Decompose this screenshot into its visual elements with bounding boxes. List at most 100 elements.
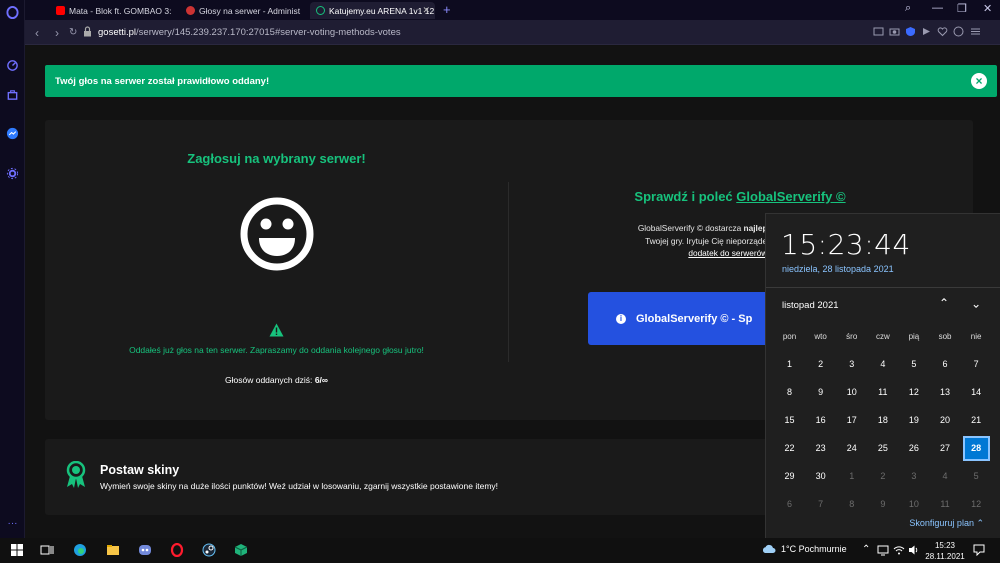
calendar-day[interactable]: 11 <box>867 387 898 397</box>
taskbar: 1°C Pochmurnie ⌃ 15:23 28.11.2021 <box>0 538 1000 563</box>
calendar-day[interactable]: 9 <box>867 499 898 509</box>
weekday-label: czw <box>875 331 890 341</box>
file-explorer-icon[interactable] <box>106 543 120 557</box>
easy-setup-icon[interactable] <box>970 26 981 37</box>
back-icon[interactable]: ‹ <box>35 26 39 40</box>
calendar-day[interactable]: 29 <box>774 471 805 481</box>
snapshot-icon[interactable] <box>873 26 884 37</box>
calendar-day[interactable]: 24 <box>836 443 867 453</box>
calendar-day[interactable]: 25 <box>867 443 898 453</box>
calendar-day[interactable]: 4 <box>867 359 898 369</box>
reload-icon[interactable]: ↻ <box>69 27 77 38</box>
calendar-day[interactable]: 9 <box>805 387 836 397</box>
calendar-day[interactable]: 12 <box>898 387 929 397</box>
calendar-day[interactable]: 1 <box>774 359 805 369</box>
messenger-icon[interactable] <box>6 127 19 140</box>
full-date-link[interactable]: niedziela, 28 listopada 2021 <box>782 264 894 274</box>
calendar-day[interactable]: 21 <box>961 415 992 425</box>
calendar-day[interactable]: 26 <box>898 443 929 453</box>
configure-plan-link[interactable]: Skonfiguruj plan ⌃ <box>909 518 984 529</box>
more-icon[interactable]: ··· <box>6 517 19 530</box>
calendar-day[interactable]: 14 <box>961 387 992 397</box>
speed-dial-icon[interactable] <box>6 59 19 72</box>
shopping-bag-icon[interactable] <box>6 88 19 101</box>
network-icon[interactable] <box>877 544 889 556</box>
volume-icon[interactable] <box>908 544 920 556</box>
calendar-day[interactable]: 7 <box>805 499 836 509</box>
show-hidden-icons-icon[interactable]: ⌃ <box>862 544 870 555</box>
camera-icon[interactable] <box>889 26 900 37</box>
calendar-day[interactable]: 27 <box>929 443 960 453</box>
task-view-icon[interactable] <box>40 543 54 557</box>
tab-youtube[interactable]: Mata - Blok ft. GOMBAO 3: <box>50 2 175 19</box>
calendar-day[interactable]: 2 <box>805 359 836 369</box>
calendar-day[interactable]: 10 <box>836 387 867 397</box>
windows-start-icon[interactable] <box>10 543 24 557</box>
calendar-day[interactable]: 5 <box>898 359 929 369</box>
calendar-day[interactable]: 12 <box>961 499 992 509</box>
next-month-icon[interactable]: ⌃ <box>971 296 981 310</box>
month-label[interactable]: listopad 2021 <box>782 300 839 311</box>
youtube-icon <box>56 6 65 15</box>
url-field[interactable]: gosetti.pl/serwery/145.239.237.170:27015… <box>98 27 401 38</box>
minimize-icon[interactable]: — <box>932 2 943 14</box>
close-alert-button[interactable]: × <box>971 73 987 89</box>
calendar-day[interactable]: 6 <box>929 359 960 369</box>
calendar-day[interactable]: 10 <box>898 499 929 509</box>
vpn-icon[interactable] <box>921 26 932 37</box>
weekday-label: nie <box>970 331 982 341</box>
calendar-day[interactable]: 3 <box>836 359 867 369</box>
wifi-icon[interactable] <box>893 544 905 556</box>
globalserverify-link[interactable]: GlobalServerify © <box>736 189 845 204</box>
calendar-day[interactable]: 6 <box>774 499 805 509</box>
calendar-day[interactable]: 1 <box>836 471 867 481</box>
taskbar-clock[interactable]: 15:23 28.11.2021 <box>920 540 970 562</box>
calendar-day[interactable]: 30 <box>805 471 836 481</box>
close-window-icon[interactable]: ✕ <box>983 2 992 15</box>
tab-bar: Mata - Blok ft. GOMBAO 3: Głosy na serwe… <box>25 0 1000 20</box>
calendar-day[interactable]: 3 <box>898 471 929 481</box>
calendar-day[interactable]: 17 <box>836 415 867 425</box>
tab-gosetti-votes[interactable]: Głosy na serwer - Administ <box>180 2 310 19</box>
calendar-day[interactable]: 22 <box>774 443 805 453</box>
calendar-week-row: 6 7 8 9 10 11 12 <box>774 490 992 518</box>
notification-center-icon[interactable] <box>973 544 985 556</box>
calendar-day[interactable]: 11 <box>929 499 960 509</box>
discord-icon[interactable] <box>138 543 152 557</box>
prev-month-icon[interactable]: ⌃ <box>939 296 949 310</box>
close-tab-icon[interactable]: ✕ <box>422 5 430 16</box>
calendar-day[interactable]: 4 <box>929 471 960 481</box>
steam-icon[interactable] <box>202 543 216 557</box>
user-icon[interactable] <box>953 26 964 37</box>
calendar-day[interactable]: 8 <box>774 387 805 397</box>
calendar-day[interactable]: 19 <box>898 415 929 425</box>
url-host: gosetti.pl <box>98 27 137 38</box>
heart-icon[interactable] <box>937 26 948 37</box>
calendar-day[interactable]: 20 <box>929 415 960 425</box>
restore-icon[interactable]: ❐ <box>957 2 967 15</box>
weather-widget[interactable]: 1°C Pochmurnie <box>762 544 847 554</box>
app-cube-icon[interactable] <box>234 543 248 557</box>
settings-icon[interactable] <box>6 167 19 180</box>
opera-icon[interactable] <box>170 543 184 557</box>
calendar-day[interactable]: 15 <box>774 415 805 425</box>
calendar-day[interactable]: 7 <box>961 359 992 369</box>
calendar-day[interactable]: 16 <box>805 415 836 425</box>
calendar-day[interactable]: 28 <box>961 435 992 461</box>
search-tabs-icon[interactable]: ⌕ <box>905 2 911 15</box>
calendar-day[interactable]: 5 <box>961 471 992 481</box>
calendar-day[interactable]: 18 <box>867 415 898 425</box>
calendar-day[interactable]: 13 <box>929 387 960 397</box>
edge-icon[interactable] <box>73 543 87 557</box>
votes-today-value: 6/∞ <box>314 375 328 385</box>
new-tab-button[interactable]: + <box>443 2 451 17</box>
tab-katujemy[interactable]: Katujemy.eu ARENA 1v1 12 ✕ <box>310 2 435 19</box>
separator <box>766 287 1000 288</box>
adblock-icon[interactable] <box>905 26 916 37</box>
calendar-day[interactable]: 8 <box>836 499 867 509</box>
opera-menu-icon[interactable] <box>6 6 19 19</box>
lock-icon <box>84 26 91 37</box>
forward-icon[interactable]: › <box>55 26 59 40</box>
calendar-day[interactable]: 23 <box>805 443 836 453</box>
calendar-day[interactable]: 2 <box>867 471 898 481</box>
